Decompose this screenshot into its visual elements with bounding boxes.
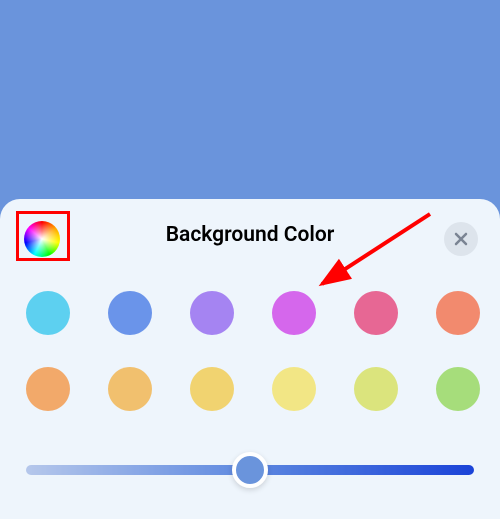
panel-header: Background Color — [22, 217, 478, 261]
color-swatches-grid — [22, 291, 478, 411]
close-icon — [454, 232, 468, 246]
swatch-cyan[interactable] — [26, 291, 70, 335]
swatch-amber[interactable] — [108, 367, 152, 411]
swatch-coral[interactable] — [436, 291, 480, 335]
panel-title: Background Color — [166, 223, 335, 247]
close-button[interactable] — [444, 222, 478, 256]
swatch-lime[interactable] — [354, 367, 398, 411]
swatch-purple[interactable] — [190, 291, 234, 335]
slider-thumb[interactable] — [232, 452, 268, 488]
brightness-slider[interactable] — [26, 453, 474, 487]
swatch-gold[interactable] — [190, 367, 234, 411]
swatch-magenta[interactable] — [272, 291, 316, 335]
swatch-green[interactable] — [436, 367, 480, 411]
color-wheel-button[interactable] — [22, 219, 62, 259]
swatch-blue[interactable] — [108, 291, 152, 335]
swatch-pink[interactable] — [354, 291, 398, 335]
swatch-yellow[interactable] — [272, 367, 316, 411]
color-picker-panel: Background Color — [0, 199, 500, 519]
color-wheel-icon — [24, 221, 60, 257]
swatch-orange[interactable] — [26, 367, 70, 411]
